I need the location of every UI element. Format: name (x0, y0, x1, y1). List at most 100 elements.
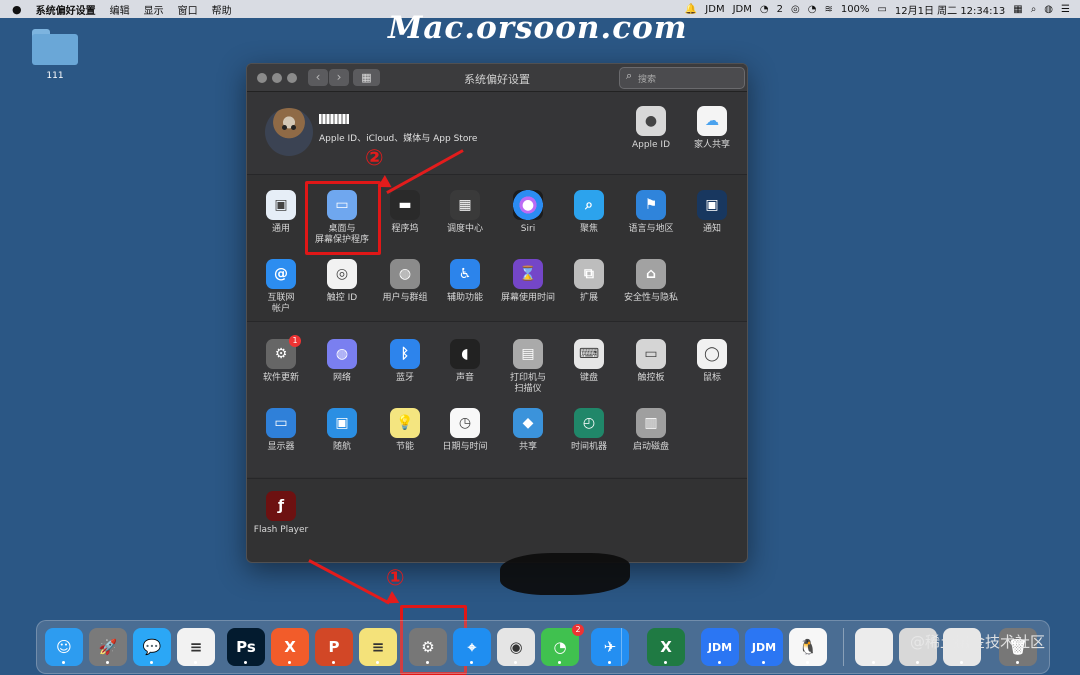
notification-center-icon[interactable]: ☰ (1061, 4, 1070, 15)
menu-edit[interactable]: 编辑 (110, 2, 130, 17)
apple-logo-icon: ● (636, 106, 666, 136)
battery-icon[interactable]: ▭ (877, 4, 886, 15)
extensions-pref[interactable]: ⧉ 扩展 (554, 259, 624, 304)
dock-powerpoint-icon[interactable]: P (315, 628, 353, 666)
security-privacy-pref[interactable]: ⌂ 安全性与隐私 (616, 259, 686, 304)
network-pref[interactable]: ◍ 网络 (307, 339, 377, 384)
display-pref[interactable]: ▭ 显示器 (247, 408, 316, 453)
menubar-datetime[interactable]: 12月1日 周二 12:34:13 (895, 2, 1005, 17)
dock-wechat-icon[interactable]: ◔ 2 (541, 624, 584, 666)
wifi-icon[interactable]: ≋ (824, 4, 832, 15)
siri-icon: ● (513, 190, 543, 220)
general-icon: ▣ (266, 190, 296, 220)
wechat-icon[interactable]: ◔ (760, 4, 769, 15)
internet-accounts-pref[interactable]: @ 互联网 帐户 (247, 259, 316, 315)
dock-running-indicator (288, 661, 291, 664)
annotation-one: ① (386, 566, 405, 591)
screen-time-label: 屏幕使用时间 (500, 293, 555, 303)
sidecar-pref[interactable]: ▣ 随航 (307, 408, 377, 453)
sharing-pref[interactable]: ◆ 共享 (493, 408, 563, 453)
menu-view[interactable]: 显示 (144, 2, 164, 17)
display-label: 显示器 (267, 442, 295, 452)
apple-id-pref[interactable]: ● Apple ID (616, 106, 686, 151)
mouse-label: 鼠标 (702, 373, 721, 383)
sound-pref[interactable]: ◖ 声音 (430, 339, 500, 384)
date-time-pref[interactable]: ◷ 日期与时间 (430, 408, 500, 453)
dock-running-indicator (244, 661, 247, 664)
display-icon: ▭ (266, 408, 296, 438)
time-machine-pref[interactable]: ◴ 时间机器 (554, 408, 624, 453)
siri-pref[interactable]: ● Siri (493, 190, 563, 235)
menubar-app-name[interactable]: 系统偏好设置 (36, 2, 96, 17)
dock-messages-icon[interactable]: 💬 (133, 628, 171, 666)
printer-pref[interactable]: ▤ 打印机与 扫描仪 (493, 339, 563, 395)
preferences-search-field[interactable]: ⌕ 搜索 (619, 67, 745, 89)
touch-id-pref[interactable]: ◎ 触控 ID (307, 259, 377, 304)
siri-icon[interactable]: ◍ (1044, 4, 1053, 15)
dock-running-indicator (194, 661, 197, 664)
dock-jdm-a-icon[interactable]: JDM (701, 628, 739, 666)
dock-reminders-icon[interactable]: ≡ (177, 628, 215, 666)
family-sharing-pref[interactable]: ☁ 家人共享 (677, 106, 747, 151)
trackpad-pref[interactable]: ▭ 触控板 (616, 339, 686, 384)
menu-help[interactable]: 帮助 (212, 2, 232, 17)
search-icon: ⌕ (626, 69, 633, 82)
desktop-pref-highlight-box (305, 181, 381, 255)
search-icon[interactable]: ⌕ (1031, 4, 1037, 15)
software-update-pref[interactable]: ⚙ 1 软件更新 (247, 335, 316, 384)
dock-launchpad-icon[interactable]: 🚀 (89, 628, 127, 666)
date-time-icon: ◷ (450, 408, 480, 438)
dock-running-indicator (960, 661, 963, 664)
account-subtitle: Apple ID、iCloud、媒体与 App Store (319, 134, 478, 144)
control-center-icon[interactable]: ▦ (1013, 4, 1022, 15)
dock-chrome-icon[interactable]: ◉ (497, 628, 535, 666)
accessibility-pref[interactable]: ♿ 辅助功能 (430, 259, 500, 304)
sidecar-icon: ▣ (327, 408, 357, 438)
flash-player-pref[interactable]: ƒ Flash Player (247, 491, 316, 536)
dock-jdm-b-icon[interactable]: JDM (745, 628, 783, 666)
dock-running-indicator (514, 661, 517, 664)
dock-photoshop-icon[interactable]: Ps (227, 628, 265, 666)
dock-running-indicator (150, 661, 153, 664)
clock-icon[interactable]: ◔ (808, 4, 817, 15)
sharing-label: 共享 (518, 442, 537, 452)
dock-finder-icon[interactable]: ☺ (45, 628, 83, 666)
spotlight-pref[interactable]: ⌕ 聚焦 (554, 190, 624, 235)
energy-saver-icon: 💡 (390, 408, 420, 438)
status-circle-icon[interactable]: ◎ (791, 4, 800, 15)
security-privacy-label: 安全性与隐私 (623, 293, 678, 303)
screen-time-pref[interactable]: ⌛ 屏幕使用时间 (493, 259, 563, 304)
dock-thumb1-icon[interactable] (855, 628, 893, 666)
dock-notes-icon[interactable]: ≡ (359, 628, 397, 666)
dock-safari-icon[interactable]: ⌖ (453, 628, 491, 666)
dock-system-preferences-icon[interactable]: ⚙ (409, 628, 447, 666)
user-avatar[interactable] (265, 108, 313, 156)
dock-app-blue-icon[interactable]: ✈ (591, 628, 629, 666)
mission-control-pref[interactable]: ▦ 调度中心 (430, 190, 500, 235)
siri-label: Siri (520, 224, 536, 234)
apple-id-label: Apple ID (631, 140, 671, 150)
dock-qq-icon[interactable]: 🐧 (789, 628, 827, 666)
jdm-status-2[interactable]: JDM (733, 4, 752, 15)
desktop-folder-label: 111 (46, 71, 64, 81)
dock-running-indicator (106, 661, 109, 664)
desktop-folder[interactable]: 111 (30, 29, 80, 81)
notifications-pref[interactable]: ▣ 通知 (677, 190, 747, 235)
keyboard-pref[interactable]: ⌨ 键盘 (554, 339, 624, 384)
other-prefs-section (247, 479, 747, 562)
family-sharing-label: 家人共享 (693, 140, 730, 150)
window-titlebar: ‹ › ▦ 系统偏好设置 ⌕ 搜索 (247, 64, 747, 92)
dock-running-indicator (470, 661, 473, 664)
menu-window[interactable]: 窗口 (178, 2, 198, 17)
jdm-status-1[interactable]: JDM (705, 4, 724, 15)
mouse-pref[interactable]: ◯ 鼠标 (677, 339, 747, 384)
battery-text: 100% (840, 4, 870, 15)
startup-disk-pref[interactable]: ▥ 启动磁盘 (616, 408, 686, 453)
dock-excel-icon[interactable]: X (647, 628, 685, 666)
dock-xmind-icon[interactable]: X (271, 628, 309, 666)
network-label: 网络 (332, 373, 351, 383)
bluetooth-icon: ᛒ (390, 339, 420, 369)
apple-menu-icon[interactable]: ● (12, 3, 22, 16)
spotlight-icon: ⌕ (574, 190, 604, 220)
language-region-pref[interactable]: ⚑ 语言与地区 (616, 190, 686, 235)
